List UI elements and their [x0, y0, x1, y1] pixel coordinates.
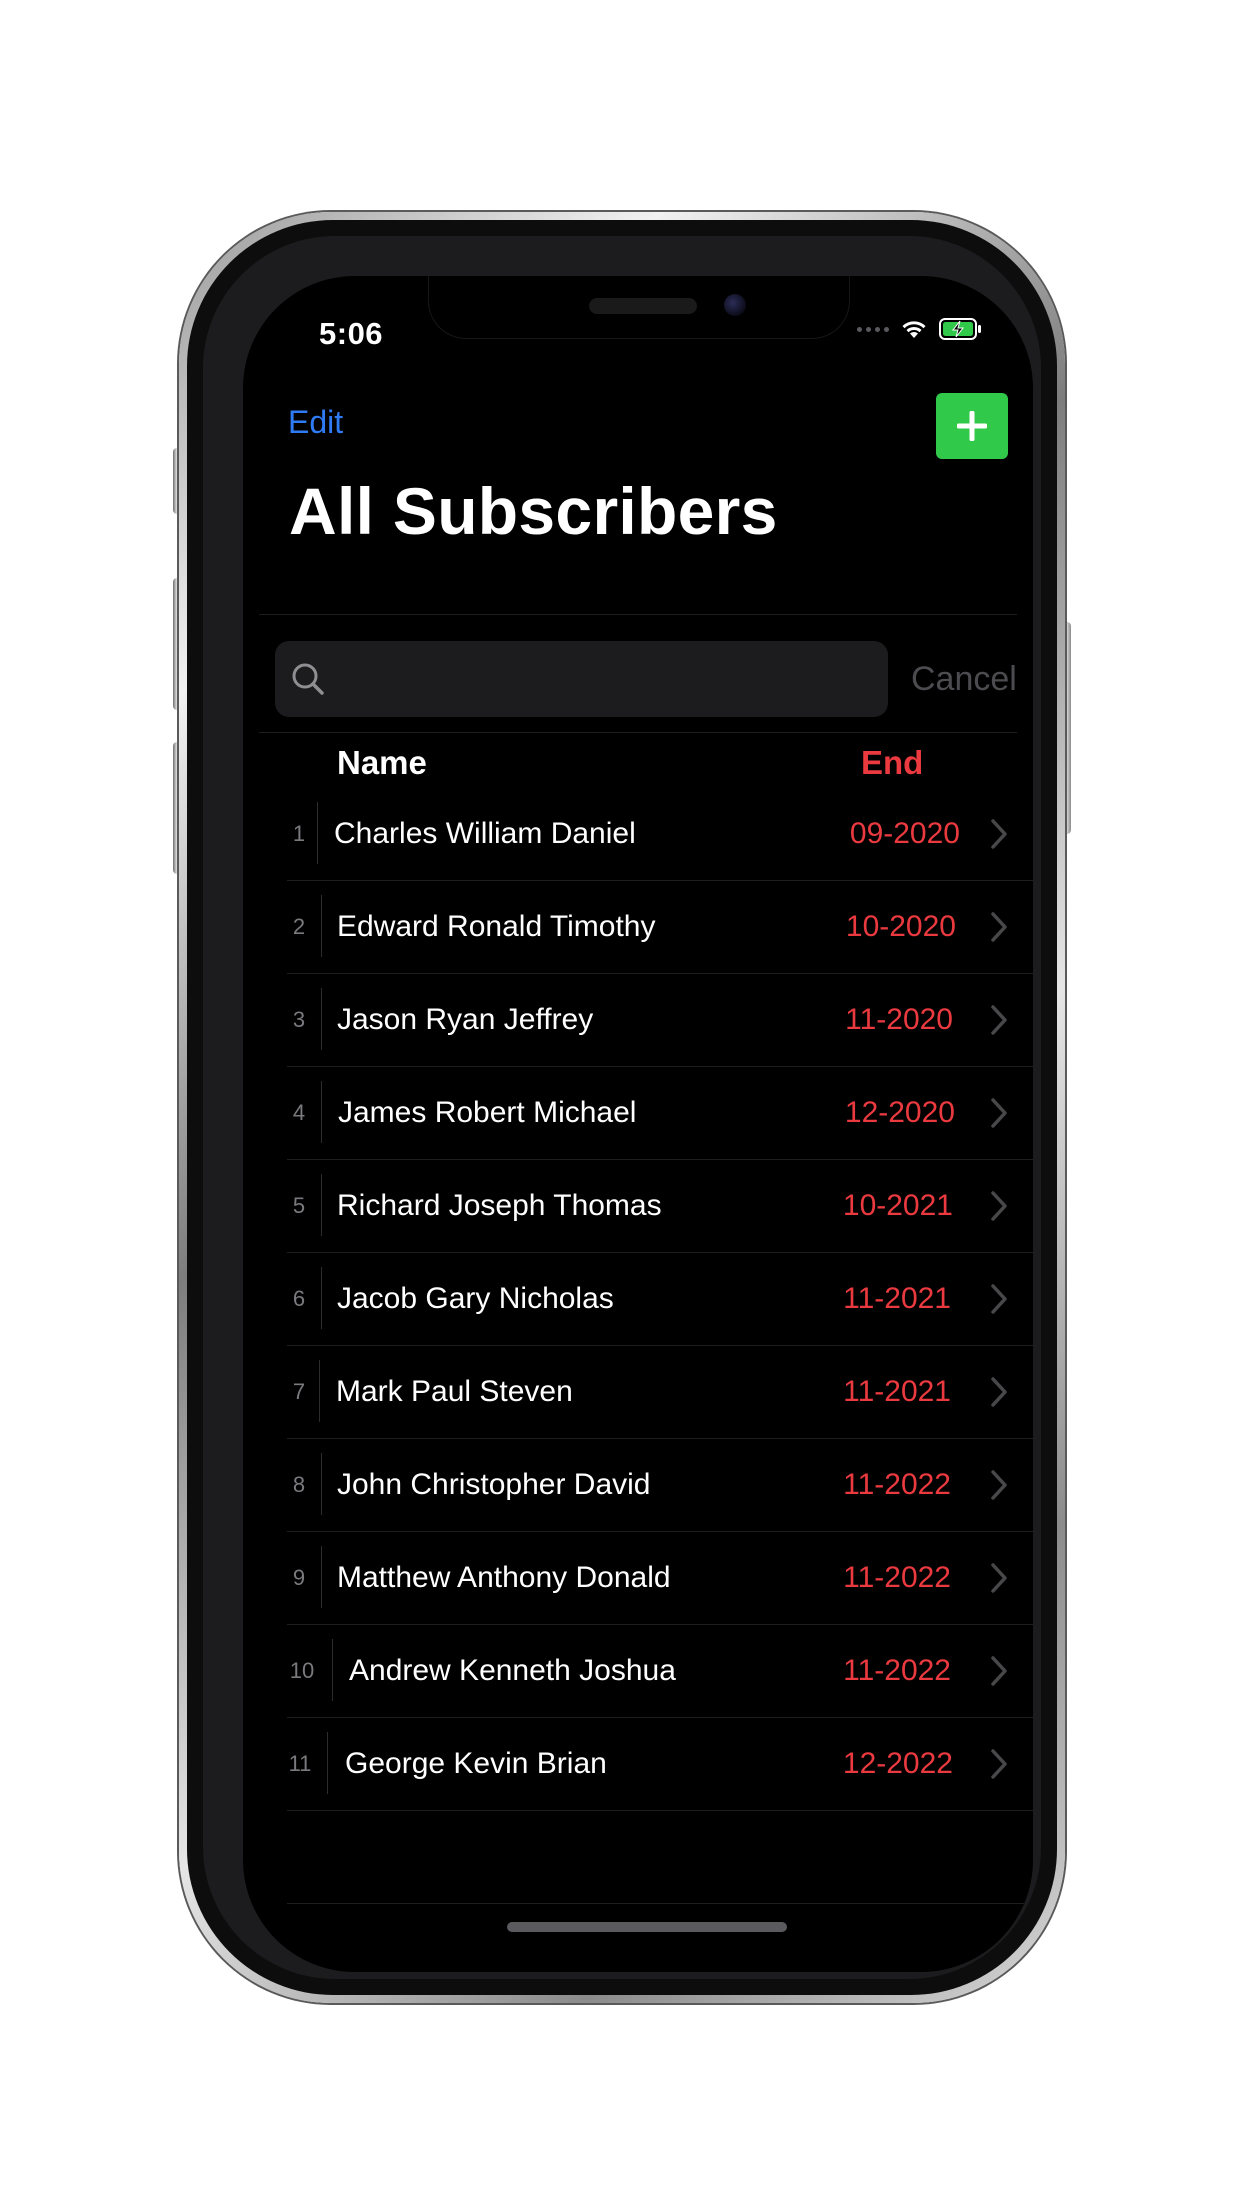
chevron-right-icon — [991, 1563, 1007, 1593]
subscription-end-date: 09-2020 — [849, 817, 960, 850]
row-index-divider — [321, 1174, 322, 1236]
row-index-divider — [327, 1732, 328, 1794]
row-index: 10 — [289, 1658, 315, 1683]
search-icon — [292, 663, 324, 695]
header-divider — [259, 614, 1017, 615]
subscriber-name: James Robert Michael — [338, 1096, 637, 1129]
row-index-divider — [317, 802, 318, 864]
app-screen: 5:06 Edit All Subscribers Cancel Name En… — [243, 276, 1033, 1972]
phone-bezel-inner: 5:06 Edit All Subscribers Cancel Name En… — [203, 236, 1041, 1979]
subscriber-name: Matthew Anthony Donald — [337, 1561, 671, 1594]
subscription-end-date: 11-2021 — [843, 1375, 951, 1408]
subscriber-name: Jacob Gary Nicholas — [337, 1282, 614, 1315]
page-title: All Subscribers — [289, 474, 778, 548]
chevron-right-icon — [991, 1749, 1007, 1779]
row-index: 6 — [292, 1286, 306, 1311]
row-index: 9 — [292, 1565, 306, 1590]
add-subscriber-button[interactable] — [936, 393, 1008, 459]
subscriber-name: Edward Ronald Timothy — [337, 910, 656, 943]
subscription-end-date: 11-2022 — [843, 1561, 951, 1594]
row-index-divider — [319, 1360, 320, 1422]
chevron-right-icon — [991, 1470, 1007, 1500]
row-index-divider — [321, 895, 322, 957]
speaker-grill — [589, 298, 697, 314]
battery-charging-icon — [939, 318, 981, 340]
signal-dots-icon — [857, 326, 889, 332]
subscription-end-date: 12-2020 — [844, 1096, 955, 1129]
subscriber-row[interactable]: 1 Charles William Daniel 09-2020 — [287, 788, 1033, 881]
subscriber-row[interactable]: 6 Jacob Gary Nicholas 11-2021 — [287, 1253, 1033, 1346]
subscription-end-date: 10-2020 — [845, 910, 956, 943]
row-index: 1 — [292, 821, 306, 846]
row-index: 3 — [292, 1007, 306, 1032]
subscriber-row[interactable]: 7 Mark Paul Steven 11-2021 — [287, 1346, 1033, 1439]
subscriber-name: Charles William Daniel — [334, 817, 636, 850]
subscriber-name: Richard Joseph Thomas — [337, 1189, 662, 1222]
subscription-end-date: 11-2020 — [845, 1003, 953, 1036]
chevron-right-icon — [991, 1377, 1007, 1407]
phone-frame: 5:06 Edit All Subscribers Cancel Name En… — [179, 212, 1065, 2003]
chevron-right-icon — [991, 1284, 1007, 1314]
subscription-end-date: 11-2022 — [843, 1468, 951, 1501]
column-header-name[interactable]: Name — [337, 744, 427, 782]
subscriber-row[interactable]: 9 Matthew Anthony Donald 11-2022 — [287, 1532, 1033, 1625]
status-icons — [857, 318, 983, 340]
search-input[interactable] — [339, 661, 863, 697]
phone-bezel: 5:06 Edit All Subscribers Cancel Name En… — [187, 220, 1057, 1995]
chevron-right-icon — [991, 1098, 1007, 1128]
subscriber-row[interactable]: 8 John Christopher David 11-2022 — [287, 1439, 1033, 1532]
subscriber-name: George Kevin Brian — [345, 1747, 607, 1780]
subscriber-name: John Christopher David — [337, 1468, 651, 1501]
subscriber-row[interactable]: 10 Andrew Kenneth Joshua 11-2022 — [287, 1625, 1033, 1718]
plus-icon — [957, 411, 987, 441]
row-index: 5 — [292, 1193, 306, 1218]
front-camera — [724, 294, 746, 316]
mockup-stage: 5:06 Edit All Subscribers Cancel Name En… — [0, 0, 1242, 2208]
column-header-end[interactable]: End — [861, 744, 923, 782]
edit-button[interactable]: Edit — [288, 404, 343, 441]
row-index: 2 — [292, 914, 306, 939]
subscriber-list: 1 Charles William Daniel 09-2020 2 Edwar… — [287, 788, 1033, 1904]
row-index: 8 — [292, 1472, 306, 1497]
chevron-right-icon — [991, 1005, 1007, 1035]
wifi-icon — [902, 321, 926, 338]
subscription-end-date: 10-2021 — [842, 1189, 953, 1222]
subscriber-name: Andrew Kenneth Joshua — [349, 1654, 676, 1687]
row-index-divider — [332, 1639, 333, 1701]
subscriber-name: Jason Ryan Jeffrey — [337, 1003, 594, 1036]
status-time: 5:06 — [319, 316, 384, 351]
search-field[interactable] — [275, 641, 888, 717]
chevron-right-icon — [991, 1191, 1007, 1221]
row-index-divider — [321, 1267, 322, 1329]
subscriber-row[interactable]: 4 James Robert Michael 12-2020 — [287, 1067, 1033, 1160]
row-index-divider — [321, 1081, 322, 1143]
row-index: 4 — [292, 1100, 306, 1125]
home-indicator[interactable] — [507, 1922, 787, 1932]
subscriber-row[interactable]: 5 Richard Joseph Thomas 10-2021 — [287, 1160, 1033, 1253]
chevron-right-icon — [991, 1656, 1007, 1686]
subscription-end-date: 11-2022 — [843, 1654, 951, 1687]
search-divider — [259, 732, 1017, 733]
chevron-right-icon — [991, 912, 1007, 942]
empty-row — [287, 1811, 1033, 1904]
subscriber-row[interactable]: 11 George Kevin Brian 12-2022 — [287, 1718, 1033, 1811]
row-index: 7 — [292, 1379, 306, 1404]
notch — [428, 276, 850, 339]
row-index-divider — [321, 988, 322, 1050]
chevron-right-icon — [991, 819, 1007, 849]
row-index-divider — [321, 1546, 322, 1608]
subscriber-row[interactable]: 3 Jason Ryan Jeffrey 11-2020 — [287, 974, 1033, 1067]
row-index: 11 — [288, 1751, 312, 1776]
subscription-end-date: 12-2022 — [842, 1747, 953, 1780]
subscriber-name: Mark Paul Steven — [336, 1375, 573, 1408]
subscription-end-date: 11-2021 — [843, 1282, 951, 1315]
cancel-button[interactable]: Cancel — [911, 660, 1017, 699]
subscriber-row[interactable]: 2 Edward Ronald Timothy 10-2020 — [287, 881, 1033, 974]
row-index-divider — [321, 1453, 322, 1515]
